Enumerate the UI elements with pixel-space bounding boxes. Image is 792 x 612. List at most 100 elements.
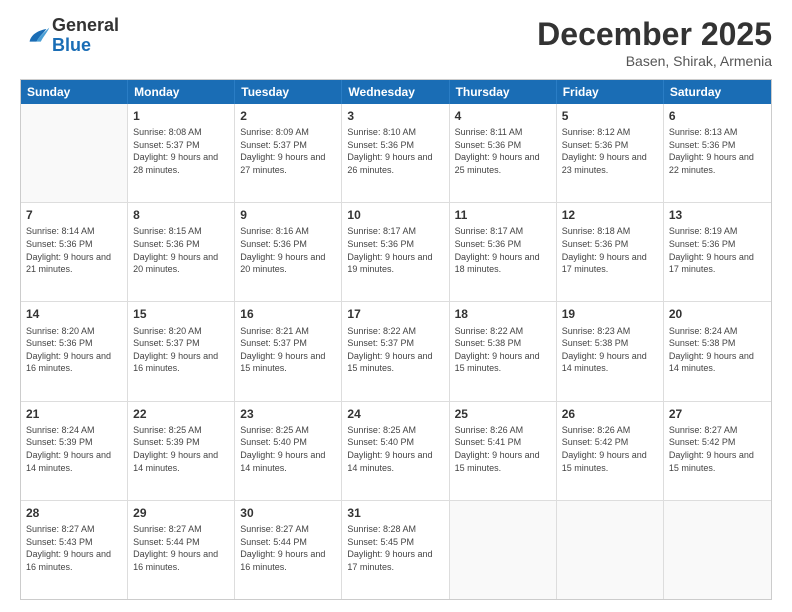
logo-general: General <box>52 16 119 36</box>
sun-info: Sunrise: 8:18 AMSunset: 5:36 PMDaylight:… <box>562 225 658 275</box>
calendar-cell: 7 Sunrise: 8:14 AMSunset: 5:36 PMDaylight… <box>21 203 128 301</box>
sun-info: Sunrise: 8:15 AMSunset: 5:36 PMDaylight:… <box>133 225 229 275</box>
calendar-cell: 12Sunrise: 8:18 AMSunset: 5:36 PMDayligh… <box>557 203 664 301</box>
calendar-cell: 3 Sunrise: 8:10 AMSunset: 5:36 PMDaylight… <box>342 104 449 202</box>
sun-info: Sunrise: 8:22 AMSunset: 5:37 PMDaylight:… <box>347 325 443 375</box>
day-number: 3 <box>347 108 443 124</box>
sun-info: Sunrise: 8:14 AMSunset: 5:36 PMDaylight:… <box>26 225 122 275</box>
calendar-cell: 4 Sunrise: 8:11 AMSunset: 5:36 PMDaylight… <box>450 104 557 202</box>
logo-blue: Blue <box>52 36 119 56</box>
sun-info: Sunrise: 8:27 AMSunset: 5:44 PMDaylight:… <box>133 523 229 573</box>
sun-info: Sunrise: 8:17 AMSunset: 5:36 PMDaylight:… <box>347 225 443 275</box>
sun-info: Sunrise: 8:08 AMSunset: 5:37 PMDaylight:… <box>133 126 229 176</box>
day-number: 1 <box>133 108 229 124</box>
sun-info: Sunrise: 8:17 AMSunset: 5:36 PMDaylight:… <box>455 225 551 275</box>
calendar-row: 21 Sunrise: 8:24 AMSunset: 5:39 PMDayligh… <box>21 402 771 501</box>
day-number: 21 <box>26 406 122 422</box>
day-number: 31 <box>347 505 443 521</box>
sun-info: Sunrise: 8:12 AMSunset: 5:36 PMDaylight:… <box>562 126 658 176</box>
calendar-cell: 27 Sunrise: 8:27 AMSunset: 5:42 PMDayligh… <box>664 402 771 500</box>
day-number: 8 <box>133 207 229 223</box>
logo-text: General Blue <box>52 16 119 56</box>
calendar-row: 1 Sunrise: 8:08 AMSunset: 5:37 PMDaylight… <box>21 104 771 203</box>
sun-info: Sunrise: 8:19 AMSunset: 5:36 PMDaylight:… <box>669 225 766 275</box>
day-number: 13 <box>669 207 766 223</box>
month-title: December 2025 <box>537 16 772 53</box>
sun-info: Sunrise: 8:26 AMSunset: 5:42 PMDaylight:… <box>562 424 658 474</box>
day-number: 30 <box>240 505 336 521</box>
calendar-cell: 23 Sunrise: 8:25 AMSunset: 5:40 PMDayligh… <box>235 402 342 500</box>
calendar-cell: 29 Sunrise: 8:27 AMSunset: 5:44 PMDayligh… <box>128 501 235 599</box>
sun-info: Sunrise: 8:27 AMSunset: 5:42 PMDaylight:… <box>669 424 766 474</box>
logo: General Blue <box>20 16 119 56</box>
page: General Blue December 2025 Basen, Shirak… <box>0 0 792 612</box>
calendar-cell: 18Sunrise: 8:22 AMSunset: 5:38 PMDayligh… <box>450 302 557 400</box>
calendar-row: 28Sunrise: 8:27 AMSunset: 5:43 PMDayligh… <box>21 501 771 599</box>
sun-info: Sunrise: 8:24 AMSunset: 5:39 PMDaylight:… <box>26 424 122 474</box>
calendar-cell: 28Sunrise: 8:27 AMSunset: 5:43 PMDayligh… <box>21 501 128 599</box>
sun-info: Sunrise: 8:28 AMSunset: 5:45 PMDaylight:… <box>347 523 443 573</box>
calendar-cell: 30 Sunrise: 8:27 AMSunset: 5:44 PMDayligh… <box>235 501 342 599</box>
day-number: 2 <box>240 108 336 124</box>
day-number: 25 <box>455 406 551 422</box>
sun-info: Sunrise: 8:27 AMSunset: 5:44 PMDaylight:… <box>240 523 336 573</box>
sun-info: Sunrise: 8:26 AMSunset: 5:41 PMDaylight:… <box>455 424 551 474</box>
sun-info: Sunrise: 8:20 AMSunset: 5:36 PMDaylight:… <box>26 325 122 375</box>
calendar-header-cell: Saturday <box>664 80 771 104</box>
day-number: 7 <box>26 207 122 223</box>
day-number: 24 <box>347 406 443 422</box>
day-number: 9 <box>240 207 336 223</box>
day-number: 27 <box>669 406 766 422</box>
calendar-header-cell: Tuesday <box>235 80 342 104</box>
calendar-header-cell: Friday <box>557 80 664 104</box>
day-number: 18 <box>455 306 551 322</box>
calendar-cell: 16 Sunrise: 8:21 AMSunset: 5:37 PMDayligh… <box>235 302 342 400</box>
calendar-cell: 8 Sunrise: 8:15 AMSunset: 5:36 PMDaylight… <box>128 203 235 301</box>
sun-info: Sunrise: 8:24 AMSunset: 5:38 PMDaylight:… <box>669 325 766 375</box>
calendar-cell: 9 Sunrise: 8:16 AMSunset: 5:36 PMDaylight… <box>235 203 342 301</box>
day-number: 16 <box>240 306 336 322</box>
day-number: 29 <box>133 505 229 521</box>
sun-info: Sunrise: 8:10 AMSunset: 5:36 PMDaylight:… <box>347 126 443 176</box>
calendar-body: 1 Sunrise: 8:08 AMSunset: 5:37 PMDaylight… <box>21 104 771 599</box>
calendar-cell: 26 Sunrise: 8:26 AMSunset: 5:42 PMDayligh… <box>557 402 664 500</box>
day-number: 28 <box>26 505 122 521</box>
day-number: 26 <box>562 406 658 422</box>
sun-info: Sunrise: 8:09 AMSunset: 5:37 PMDaylight:… <box>240 126 336 176</box>
calendar-header-cell: Wednesday <box>342 80 449 104</box>
day-number: 19 <box>562 306 658 322</box>
day-number: 4 <box>455 108 551 124</box>
calendar-cell: 14 Sunrise: 8:20 AMSunset: 5:36 PMDayligh… <box>21 302 128 400</box>
day-number: 17 <box>347 306 443 322</box>
calendar-cell: 24Sunrise: 8:25 AMSunset: 5:40 PMDayligh… <box>342 402 449 500</box>
sun-info: Sunrise: 8:23 AMSunset: 5:38 PMDaylight:… <box>562 325 658 375</box>
sun-info: Sunrise: 8:16 AMSunset: 5:36 PMDaylight:… <box>240 225 336 275</box>
calendar: SundayMondayTuesdayWednesdayThursdayFrid… <box>20 79 772 600</box>
calendar-cell <box>21 104 128 202</box>
day-number: 6 <box>669 108 766 124</box>
calendar-cell <box>450 501 557 599</box>
calendar-cell: 13 Sunrise: 8:19 AMSunset: 5:36 PMDayligh… <box>664 203 771 301</box>
day-number: 23 <box>240 406 336 422</box>
header: General Blue December 2025 Basen, Shirak… <box>20 16 772 69</box>
sun-info: Sunrise: 8:21 AMSunset: 5:37 PMDaylight:… <box>240 325 336 375</box>
sun-info: Sunrise: 8:13 AMSunset: 5:36 PMDaylight:… <box>669 126 766 176</box>
logo-bird-icon <box>24 22 52 50</box>
calendar-header-cell: Sunday <box>21 80 128 104</box>
calendar-cell: 15Sunrise: 8:20 AMSunset: 5:37 PMDayligh… <box>128 302 235 400</box>
calendar-header: SundayMondayTuesdayWednesdayThursdayFrid… <box>21 80 771 104</box>
calendar-cell <box>557 501 664 599</box>
calendar-cell: 31 Sunrise: 8:28 AMSunset: 5:45 PMDayligh… <box>342 501 449 599</box>
calendar-cell: 25 Sunrise: 8:26 AMSunset: 5:41 PMDayligh… <box>450 402 557 500</box>
day-number: 10 <box>347 207 443 223</box>
calendar-cell: 21 Sunrise: 8:24 AMSunset: 5:39 PMDayligh… <box>21 402 128 500</box>
sun-info: Sunrise: 8:20 AMSunset: 5:37 PMDaylight:… <box>133 325 229 375</box>
calendar-row: 7 Sunrise: 8:14 AMSunset: 5:36 PMDaylight… <box>21 203 771 302</box>
day-number: 14 <box>26 306 122 322</box>
calendar-header-cell: Thursday <box>450 80 557 104</box>
day-number: 11 <box>455 207 551 223</box>
sun-info: Sunrise: 8:11 AMSunset: 5:36 PMDaylight:… <box>455 126 551 176</box>
sun-info: Sunrise: 8:25 AMSunset: 5:40 PMDaylight:… <box>240 424 336 474</box>
day-number: 5 <box>562 108 658 124</box>
calendar-cell: 22Sunrise: 8:25 AMSunset: 5:39 PMDayligh… <box>128 402 235 500</box>
